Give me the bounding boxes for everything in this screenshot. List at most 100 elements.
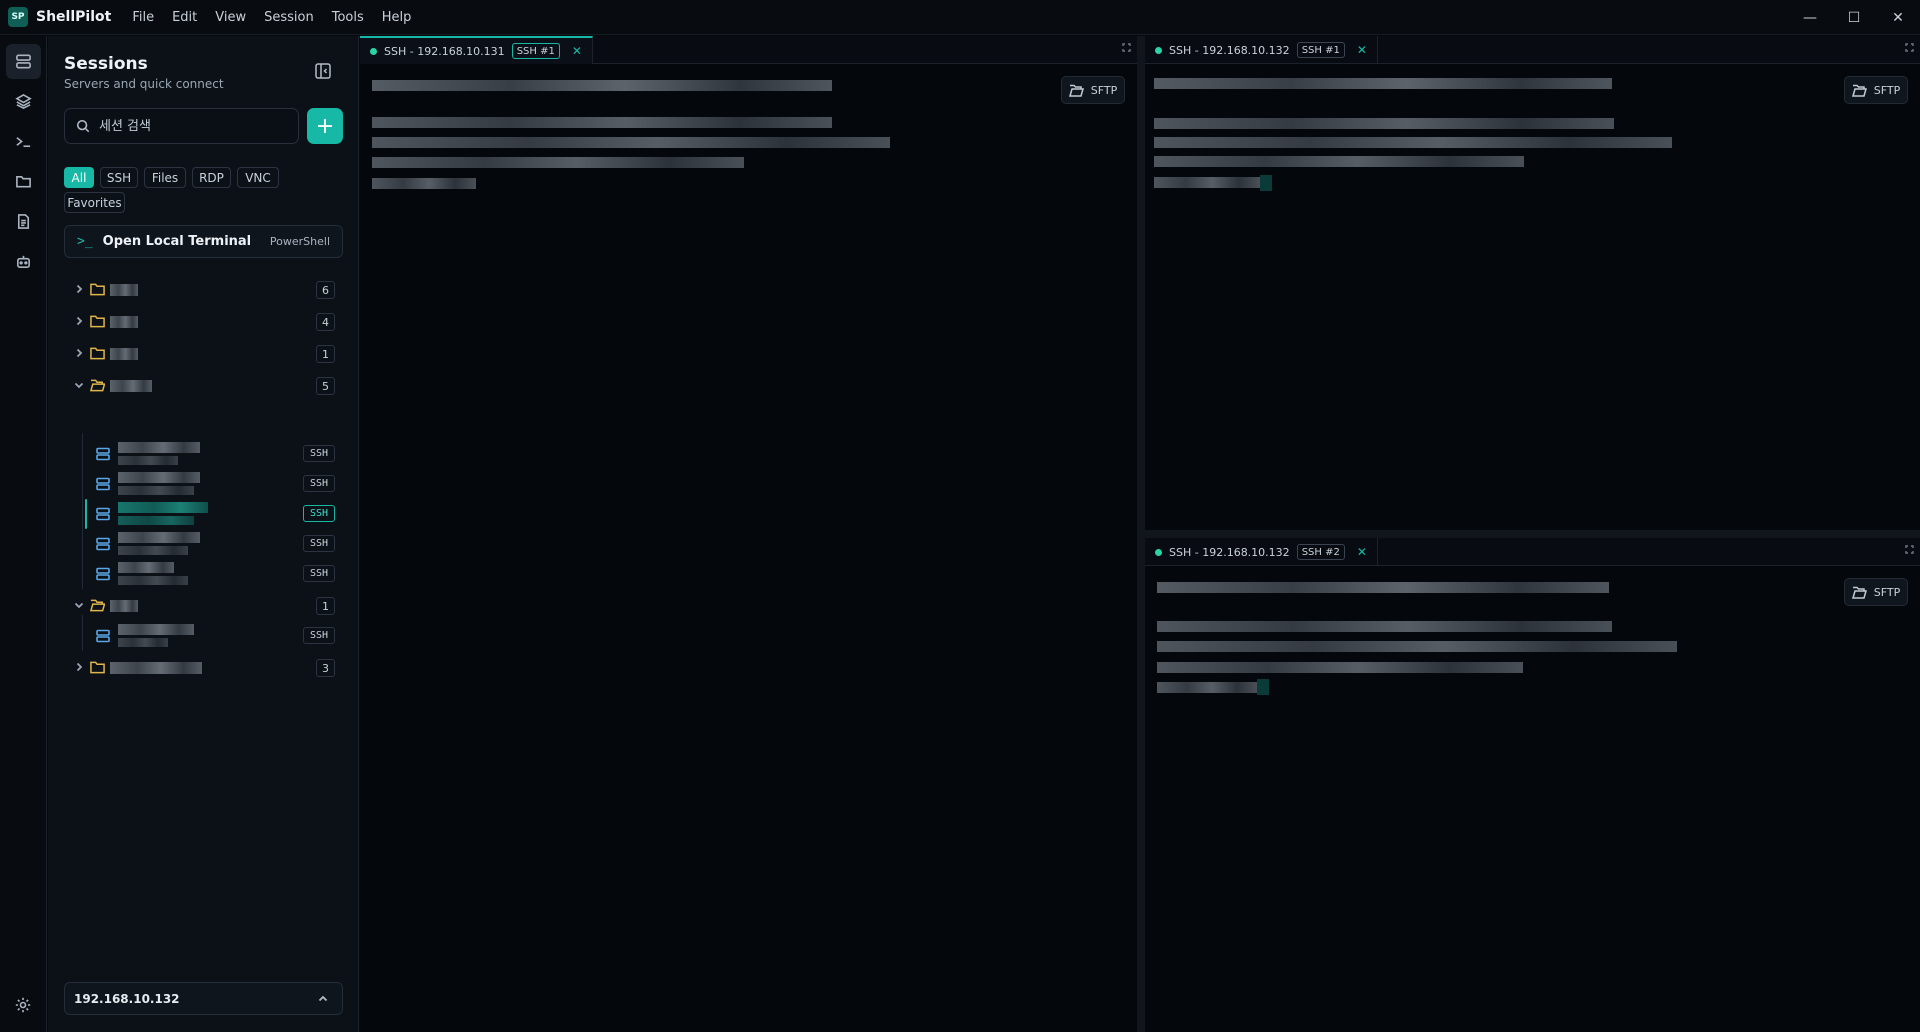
folder-row[interactable]: 1 (64, 594, 343, 618)
sidebar-subtitle: Servers and quick connect (64, 77, 224, 91)
terminal-pane-1[interactable]: SSH - 192.168.10.131 SSH #1 ✕ SFTP (360, 36, 1137, 1032)
collapse-sidebar-icon[interactable] (314, 62, 332, 80)
menu-edit[interactable]: Edit (163, 10, 206, 25)
status-dot (370, 47, 377, 55)
filter-rdp[interactable]: RDP (192, 167, 231, 188)
active-host-selector[interactable]: 192.168.10.132 (64, 982, 343, 1015)
folder-icon (90, 661, 105, 674)
sftp-button[interactable]: SFTP (1844, 578, 1908, 606)
folder-count: 6 (316, 281, 335, 299)
folder-name-redacted (110, 662, 202, 674)
status-dot (1155, 46, 1162, 54)
folder-row[interactable]: 1 (64, 342, 343, 366)
open-local-terminal-button[interactable]: >_ Open Local Terminal PowerShell (64, 225, 343, 258)
terminal-cursor (1257, 679, 1269, 695)
chevron-right-icon (76, 284, 83, 294)
server-row[interactable]: SSH (64, 523, 343, 559)
expand-icon[interactable] (1905, 545, 1914, 554)
session-tag: SSH #2 (1296, 544, 1345, 560)
rail-ai-button[interactable] (6, 244, 41, 279)
terminal-output-redacted (372, 80, 832, 91)
terminal-output-redacted (372, 157, 744, 168)
sftp-label: SFTP (1873, 585, 1901, 599)
gear-icon[interactable] (14, 996, 32, 1014)
filter-favorites[interactable]: Favorites (64, 192, 125, 213)
close-tab-icon[interactable]: ✕ (572, 44, 582, 58)
sftp-button[interactable]: SFTP (1844, 76, 1908, 104)
expand-icon[interactable] (1905, 43, 1914, 52)
menu-file[interactable]: File (123, 10, 163, 25)
rail-files-button[interactable] (6, 164, 41, 199)
filter-all[interactable]: All (64, 167, 94, 188)
folder-row[interactable]: 5 (64, 374, 343, 398)
close-tab-icon[interactable]: ✕ (1357, 43, 1367, 57)
sessions-sidebar: Sessions Servers and quick connect + All… (48, 36, 359, 1032)
close-tab-icon[interactable]: ✕ (1357, 545, 1367, 559)
chevron-down-icon (74, 382, 84, 389)
pane-splitter-vertical[interactable] (1137, 36, 1145, 1032)
sftp-label: SFTP (1090, 83, 1118, 97)
rail-documents-button[interactable] (6, 204, 41, 239)
sidebar-title: Sessions (64, 54, 148, 74)
server-host-redacted (118, 486, 194, 495)
filter-ssh[interactable]: SSH (100, 167, 138, 188)
server-icon (96, 629, 110, 643)
folder-row[interactable]: 4 (64, 310, 343, 334)
filter-vnc[interactable]: VNC (237, 167, 279, 188)
server-row[interactable]: SSH (64, 615, 343, 651)
menu-view[interactable]: View (206, 10, 255, 25)
search-icon (76, 119, 90, 133)
terminal-pane-2[interactable]: SSH - 192.168.10.132 SSH #1 ✕ SFTP (1145, 36, 1920, 530)
menu-help[interactable]: Help (373, 10, 421, 25)
folder-name-redacted (110, 348, 138, 360)
maximize-button[interactable]: ☐ (1832, 0, 1876, 35)
expand-icon[interactable] (1122, 43, 1131, 52)
server-row[interactable]: SSH (64, 433, 343, 469)
tab-label: SSH - 192.168.10.131 (384, 44, 505, 58)
terminal-pane-3[interactable]: SSH - 192.168.10.132 SSH #2 ✕ SFTP (1145, 538, 1920, 1032)
session-tab[interactable]: SSH - 192.168.10.132 SSH #2 ✕ (1145, 538, 1378, 566)
folder-name-redacted (110, 316, 138, 328)
minimize-button[interactable]: — (1788, 0, 1832, 35)
folder-row[interactable]: 6 (64, 278, 343, 302)
terminal-output-redacted (1157, 621, 1612, 632)
sftp-button[interactable]: SFTP (1061, 76, 1125, 104)
search-input[interactable] (99, 118, 289, 134)
session-tab[interactable]: SSH - 192.168.10.131 SSH #1 ✕ (360, 36, 593, 64)
server-icon (96, 447, 110, 461)
pane-splitter-horizontal[interactable] (1145, 530, 1920, 538)
folder-icon (90, 315, 105, 328)
status-dot (1155, 548, 1162, 556)
server-host-redacted (118, 516, 194, 525)
menu-tools[interactable]: Tools (323, 10, 373, 25)
chevron-right-icon (76, 316, 83, 326)
server-name-redacted (118, 502, 208, 513)
server-row-selected[interactable]: SSH (64, 493, 343, 529)
menu-session[interactable]: Session (255, 10, 323, 25)
filter-files[interactable]: Files (144, 167, 186, 188)
server-name-redacted (118, 472, 200, 483)
session-tab[interactable]: SSH - 192.168.10.132 SSH #1 ✕ (1145, 36, 1378, 64)
folder-name-redacted (110, 600, 138, 612)
session-search (64, 108, 299, 144)
protocol-badge: SSH (303, 627, 335, 644)
folder-row[interactable]: 3 (64, 656, 343, 680)
pane-tab-strip: SSH - 192.168.10.132 SSH #1 ✕ (1145, 36, 1920, 64)
folder-icon (90, 283, 105, 296)
rail-sessions-button[interactable] (6, 44, 41, 79)
server-row[interactable]: SSH (64, 553, 343, 589)
close-window-button[interactable]: ✕ (1876, 0, 1920, 35)
add-session-button[interactable]: + (307, 108, 343, 144)
protocol-badge: SSH (303, 445, 335, 462)
rail-layers-button[interactable] (6, 84, 41, 119)
server-host-redacted (118, 546, 188, 555)
folder-open-icon (1851, 586, 1867, 599)
rail-terminal-button[interactable] (6, 124, 41, 159)
folder-icon (90, 347, 105, 360)
session-tag: SSH #1 (1296, 42, 1345, 58)
server-row[interactable]: SSH (64, 463, 343, 499)
folder-open-icon (1851, 84, 1867, 97)
tab-label: SSH - 192.168.10.132 (1169, 545, 1290, 559)
sftp-label: SFTP (1873, 83, 1901, 97)
bot-icon (17, 255, 30, 268)
